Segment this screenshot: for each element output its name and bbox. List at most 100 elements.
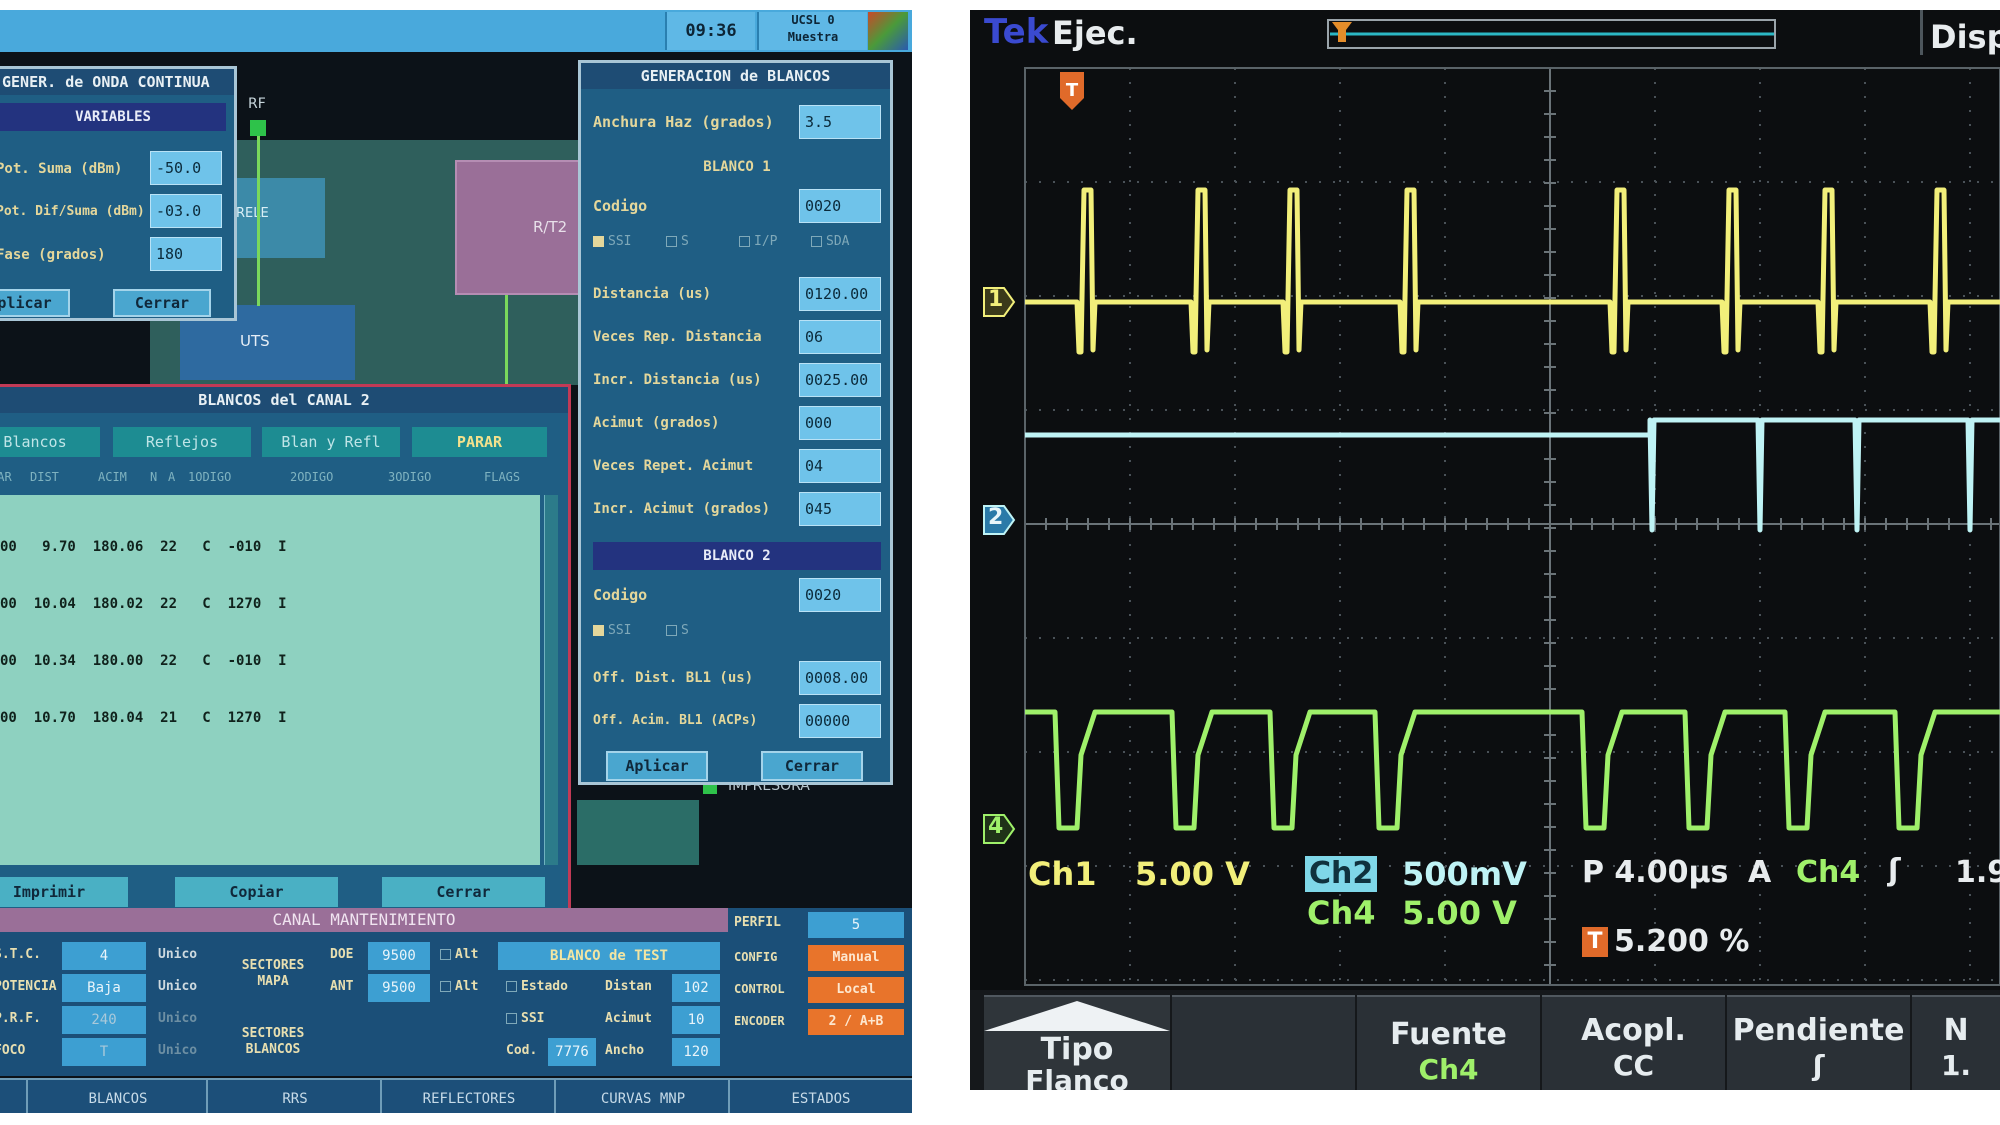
col-codigo2: 2ODIGO	[290, 470, 334, 484]
tab-blancos[interactable]: Blancos	[0, 427, 100, 457]
copiar-button[interactable]: Copiar	[175, 877, 338, 907]
doe-value[interactable]: 9500	[368, 942, 430, 970]
gen-field-anchura[interactable]: 3.5	[799, 105, 881, 139]
tab-blan-y-refl[interactable]: Blan y Refl	[262, 427, 400, 457]
b2-check-s[interactable]: S	[666, 623, 689, 638]
ant-value[interactable]: 9500	[368, 974, 430, 1002]
generacion-blancos-panel: GENERACION de BLANCOS Anchura Haz (grado…	[578, 60, 893, 785]
col-var: VAR	[0, 470, 12, 484]
rele-label: RELE	[236, 206, 269, 221]
timebase-readout: P 4.00μs	[1582, 855, 1729, 890]
ant-alt[interactable]: Alt	[440, 979, 478, 994]
gen-field-acimut[interactable]: 000	[799, 406, 881, 440]
menu-acopl-value: CC	[1612, 1049, 1655, 1082]
parar-button[interactable]: PARAR	[412, 427, 547, 457]
gen-field-incr-acim[interactable]: 045	[799, 492, 881, 526]
gen-cerrar-button[interactable]: Cerrar	[761, 751, 863, 781]
ch1-scale: 5.00 V	[1135, 855, 1250, 893]
distan-value[interactable]: 102	[672, 974, 720, 1002]
menu-fuente-button[interactable]: Fuente Ch4	[1357, 995, 1540, 1090]
tab-rrs[interactable]: RRS	[210, 1080, 382, 1113]
config-value[interactable]: Manual	[808, 945, 904, 971]
b1-check-ip[interactable]: I/P	[739, 234, 777, 249]
foco-mode[interactable]: Unico	[158, 1043, 197, 1058]
gen-field-veces-acim[interactable]: 04	[799, 449, 881, 483]
ancho-value[interactable]: 120	[672, 1038, 720, 1066]
gen-field-off-dist[interactable]: 0008.00	[799, 661, 881, 695]
imprimir-button[interactable]: Imprimir	[0, 877, 128, 907]
stc-mode[interactable]: Unico	[158, 947, 197, 962]
checkbox-icon	[666, 625, 677, 636]
gen-aplicar-button[interactable]: Aplicar	[606, 751, 708, 781]
menu-nivel-button[interactable]: N 1.	[1912, 995, 2000, 1090]
cw-aplicar-button[interactable]: Aplicar	[0, 289, 70, 317]
b1-check-s[interactable]: S	[666, 234, 689, 249]
control-value[interactable]: Local	[808, 977, 904, 1003]
blancos-scrollbar[interactable]	[544, 495, 558, 865]
estado-toggle[interactable]: Estado	[506, 979, 568, 994]
foco-value[interactable]: T	[62, 1038, 146, 1066]
acimut-value[interactable]: 10	[672, 1006, 720, 1034]
menu-acopl-button[interactable]: Acopl. CC	[1542, 995, 1725, 1090]
cw-field-fase[interactable]: 180	[150, 237, 222, 271]
ch2-readout: Ch2	[1305, 856, 1378, 892]
b1-check-sda[interactable]: SDA	[811, 234, 849, 249]
gen-field-distancia[interactable]: 0120.00	[799, 277, 881, 311]
rt2-block	[455, 160, 595, 295]
rt2-label: R/T2	[533, 218, 568, 236]
trigger-level: 1.9	[1955, 855, 2000, 890]
stc-value[interactable]: 4	[62, 942, 146, 970]
potencia-mode[interactable]: Unico	[158, 979, 197, 994]
menu-nivel-value: 1.	[1940, 1049, 1972, 1082]
cw-label-fase: Fase (grados)	[0, 247, 106, 263]
tab-curvas-mnp[interactable]: CURVAS MNP	[558, 1080, 730, 1113]
gen-field-off-acim[interactable]: 00000	[799, 704, 881, 738]
menu-empty-button[interactable]	[1172, 995, 1355, 1090]
cw-field-pot-dif[interactable]: -03.0	[150, 194, 222, 228]
list-item: 00 10.34 180.00 22 C -010 I	[0, 653, 287, 669]
encoder-value[interactable]: 2 / A+B	[808, 1009, 904, 1035]
foco-label: FOCO	[0, 1043, 26, 1058]
prf-mode[interactable]: Unico	[158, 1011, 197, 1026]
menu-tipo-button[interactable]: Tipo Flanco	[984, 995, 1170, 1090]
blanco2-band: BLANCO 2	[593, 542, 881, 570]
blancos-cerrar-button[interactable]: Cerrar	[382, 877, 545, 907]
tab-estados[interactable]: ESTADOS	[732, 1080, 910, 1113]
tab-blancos-main[interactable]: BLANCOS	[30, 1080, 208, 1113]
b1-codigo-field[interactable]: 0020	[799, 189, 881, 223]
blancos-list[interactable]: 00 9.70 180.06 22 C -010 I 00 10.04 180.…	[0, 495, 540, 865]
ant-label: ANT	[330, 979, 354, 994]
tab-reflejos[interactable]: Reflejos	[113, 427, 251, 457]
graticule	[1024, 67, 2000, 986]
sectores-mapa-button[interactable]: SECTORES MAPA	[228, 958, 318, 990]
cw-label-pot-suma: Pot. Suma (dBm)	[0, 161, 123, 177]
gen-panel-title: GENERACION de BLANCOS	[581, 63, 890, 89]
b2-check-s-label: S	[681, 623, 689, 638]
menu-fuente-value: Ch4	[1418, 1053, 1479, 1086]
cod-value[interactable]: 7776	[548, 1038, 596, 1066]
trigger-pos-icon: T	[1582, 927, 1608, 957]
cw-cerrar-button[interactable]: Cerrar	[113, 289, 211, 317]
trigger-slope-icon: ʃ	[1888, 853, 1901, 888]
tab-reflectores[interactable]: REFLECTORES	[384, 1080, 556, 1113]
checkbox-icon	[440, 949, 451, 960]
doe-alt[interactable]: Alt	[440, 947, 478, 962]
cw-field-pot-suma[interactable]: -50.0	[150, 151, 222, 185]
gen-field-veces-dist[interactable]: 06	[799, 320, 881, 354]
stc-label: S.T.C.	[0, 947, 41, 962]
potencia-value[interactable]: Baja	[62, 974, 146, 1002]
b2-check-ssi[interactable]: SSI	[593, 623, 631, 638]
record-length-bar	[1327, 19, 1776, 49]
rf-indicator-icon	[250, 120, 266, 136]
rf-label: RF	[248, 96, 266, 112]
b1-check-ssi[interactable]: SSI	[593, 234, 631, 249]
b2-codigo-field[interactable]: 0020	[799, 578, 881, 612]
ssi-toggle[interactable]: SSI	[506, 1011, 544, 1026]
sectores-blancos-button[interactable]: SECTORES BLANCOS	[228, 1026, 318, 1058]
distan-label: Distan	[605, 979, 652, 994]
gen-field-incr-dist[interactable]: 0025.00	[799, 363, 881, 397]
b1-check-s-label: S	[681, 234, 689, 249]
prf-value[interactable]: 240	[62, 1006, 146, 1034]
menu-pendiente-button[interactable]: Pendiente ʃ	[1727, 995, 1910, 1090]
perfil-value[interactable]: 5	[808, 912, 904, 938]
